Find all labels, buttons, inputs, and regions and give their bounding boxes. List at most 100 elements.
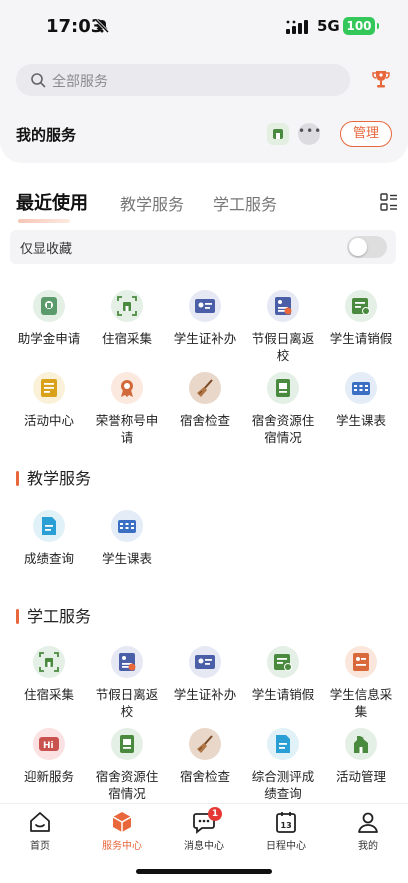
service-welcome[interactable]: Hi 迎新服务 xyxy=(9,728,89,785)
nav-label: 消息中心 xyxy=(184,841,224,852)
service-id-card-reissue[interactable]: 学生证补办 xyxy=(165,290,245,347)
toggle-knob xyxy=(349,238,367,256)
service-activity-manage[interactable]: 活动管理 xyxy=(321,728,401,785)
more-button[interactable]: ••• xyxy=(298,123,321,145)
calendar-day: 13 xyxy=(281,821,292,830)
broom-icon xyxy=(189,372,221,404)
tab-recent[interactable]: 最近使用 xyxy=(16,189,88,215)
tab-student-affairs[interactable]: 学工服务 xyxy=(213,191,277,215)
service-label: 成绩查询 xyxy=(23,551,74,566)
section-teaching-title: 教学服务 xyxy=(16,465,91,489)
search-placeholder: 全部服务 xyxy=(52,74,108,90)
dorm-scan-icon xyxy=(33,646,65,678)
medal-icon xyxy=(111,372,143,404)
service-label: 学生证补办 xyxy=(173,687,237,702)
search-icon xyxy=(31,73,46,88)
service-student-leave[interactable]: 学生请销假 xyxy=(321,290,401,347)
service-label: 节假日离返校 xyxy=(95,687,159,719)
service-label: 学生课表 xyxy=(335,413,386,428)
favorites-only-toggle[interactable] xyxy=(347,236,387,258)
service-holiday-leave-return[interactable]: 节假日离返校 xyxy=(87,646,167,720)
nav-label: 我的 xyxy=(358,841,378,852)
id-card-icon xyxy=(189,290,221,322)
timetable-icon xyxy=(345,372,377,404)
service-timetable[interactable]: 学生课表 xyxy=(321,372,401,429)
service-label: 宿舍检查 xyxy=(179,769,230,784)
service-grades-query[interactable]: 成绩查询 xyxy=(9,510,89,567)
nav-profile[interactable]: 我的 xyxy=(328,810,408,852)
nav-service-center[interactable]: 服务中心 xyxy=(82,810,162,852)
section-bar xyxy=(16,471,19,486)
nav-label: 日程中心 xyxy=(266,841,306,852)
trophy-icon[interactable] xyxy=(370,68,392,90)
grades-icon xyxy=(33,510,65,542)
network-type: 5G xyxy=(317,17,340,35)
signal-icon xyxy=(286,20,308,34)
svg-text:Hi: Hi xyxy=(43,741,54,751)
service-label: 活动管理 xyxy=(335,769,386,784)
service-label: 学生请销假 xyxy=(251,687,315,702)
service-dorm-resource[interactable]: 宿舍资源住宿情况 xyxy=(87,728,167,802)
broom-icon xyxy=(189,728,221,760)
service-label: 综合测评成绩查询 xyxy=(251,769,315,801)
service-label: 学生课表 xyxy=(101,551,152,566)
tab-teaching[interactable]: 教学服务 xyxy=(120,191,184,215)
service-label: 荣誉称号申请 xyxy=(95,413,159,445)
service-dorm-resource[interactable]: 宿舍资源住宿情况 xyxy=(243,372,323,446)
section-bar xyxy=(16,609,19,624)
user-icon xyxy=(356,810,380,834)
section-title-text: 教学服务 xyxy=(27,469,92,488)
leave-icon xyxy=(345,290,377,322)
info-collect-icon xyxy=(345,646,377,678)
service-evaluation-query[interactable]: 综合测评成绩查询 xyxy=(243,728,323,802)
cube-icon xyxy=(110,810,134,834)
grant-icon xyxy=(33,290,65,322)
holiday-icon xyxy=(267,290,299,322)
nav-home[interactable]: 首页 xyxy=(0,810,80,852)
service-label: 学生证补办 xyxy=(173,331,237,346)
service-grant-apply[interactable]: 助学金申请 xyxy=(9,290,89,347)
service-timetable[interactable]: 学生课表 xyxy=(87,510,167,567)
battery-indicator: 100 xyxy=(343,17,379,35)
dorm-mini-icon[interactable] xyxy=(267,123,289,145)
service-dorm-collect[interactable]: 住宿采集 xyxy=(87,290,167,347)
list-view-icon[interactable] xyxy=(380,193,398,211)
nav-message-center[interactable]: 1 消息中心 xyxy=(164,807,244,852)
calendar-icon: 13 xyxy=(274,810,298,834)
service-honor-title-apply[interactable]: 荣誉称号申请 xyxy=(87,372,167,446)
service-label: 住宿采集 xyxy=(23,687,74,702)
service-label: 住宿采集 xyxy=(101,331,152,346)
service-dorm-inspection[interactable]: 宿舍检查 xyxy=(165,372,245,429)
manage-button[interactable]: 管理 xyxy=(340,121,392,147)
service-student-leave[interactable]: 学生请销假 xyxy=(243,646,323,703)
active-tab-indicator xyxy=(18,219,70,223)
activity-icon xyxy=(33,372,65,404)
service-label: 节假日离返校 xyxy=(251,331,315,363)
search-bar[interactable]: 全部服务 xyxy=(16,64,350,96)
dorm-scan-icon xyxy=(111,290,143,322)
service-label: 宿舍检查 xyxy=(179,413,230,428)
service-activity-center[interactable]: 活动中心 xyxy=(9,372,89,429)
service-dorm-collect[interactable]: 住宿采集 xyxy=(9,646,89,703)
leave-icon xyxy=(267,646,299,678)
service-label: 迎新服务 xyxy=(23,769,74,784)
nav-label: 首页 xyxy=(30,841,50,852)
my-services-title: 我的服务 xyxy=(16,126,77,144)
service-student-info-collect[interactable]: 学生信息采集 xyxy=(321,646,401,720)
service-label: 学生信息采集 xyxy=(329,687,393,719)
unread-badge: 1 xyxy=(208,807,222,821)
home-indicator xyxy=(136,869,272,874)
welcome-icon: Hi xyxy=(33,728,65,760)
service-label: 助学金申请 xyxy=(17,331,81,346)
holiday-icon xyxy=(111,646,143,678)
service-id-card-reissue[interactable]: 学生证补办 xyxy=(165,646,245,703)
id-card-icon xyxy=(189,646,221,678)
service-dorm-inspection[interactable]: 宿舍检查 xyxy=(165,728,245,785)
home-icon xyxy=(28,810,52,834)
service-label: 学生请销假 xyxy=(329,331,393,346)
timetable-icon xyxy=(111,510,143,542)
service-label: 宿舍资源住宿情况 xyxy=(251,413,315,445)
service-holiday-leave-return[interactable]: 节假日离返校 xyxy=(243,290,323,364)
nav-schedule-center[interactable]: 13 日程中心 xyxy=(246,810,326,852)
section-title-text: 学工服务 xyxy=(27,607,92,626)
